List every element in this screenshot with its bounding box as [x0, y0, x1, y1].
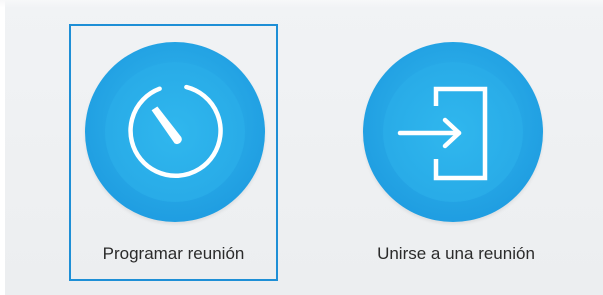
schedule-meeting-label: Programar reunión — [102, 244, 245, 263]
join-meeting-button[interactable]: Unirse a una reunión — [342, 24, 570, 281]
join-meeting-circle — [363, 42, 543, 222]
meeting-actions-panel: Programar reunión Unirse a una reunión — [0, 0, 603, 295]
enter-icon — [397, 86, 488, 181]
join-meeting-label: Unirse a una reunión — [377, 244, 535, 263]
schedule-meeting-circle — [85, 42, 265, 222]
timer-icon — [128, 84, 223, 178]
schedule-meeting-button[interactable]: Programar reunión — [69, 24, 278, 281]
